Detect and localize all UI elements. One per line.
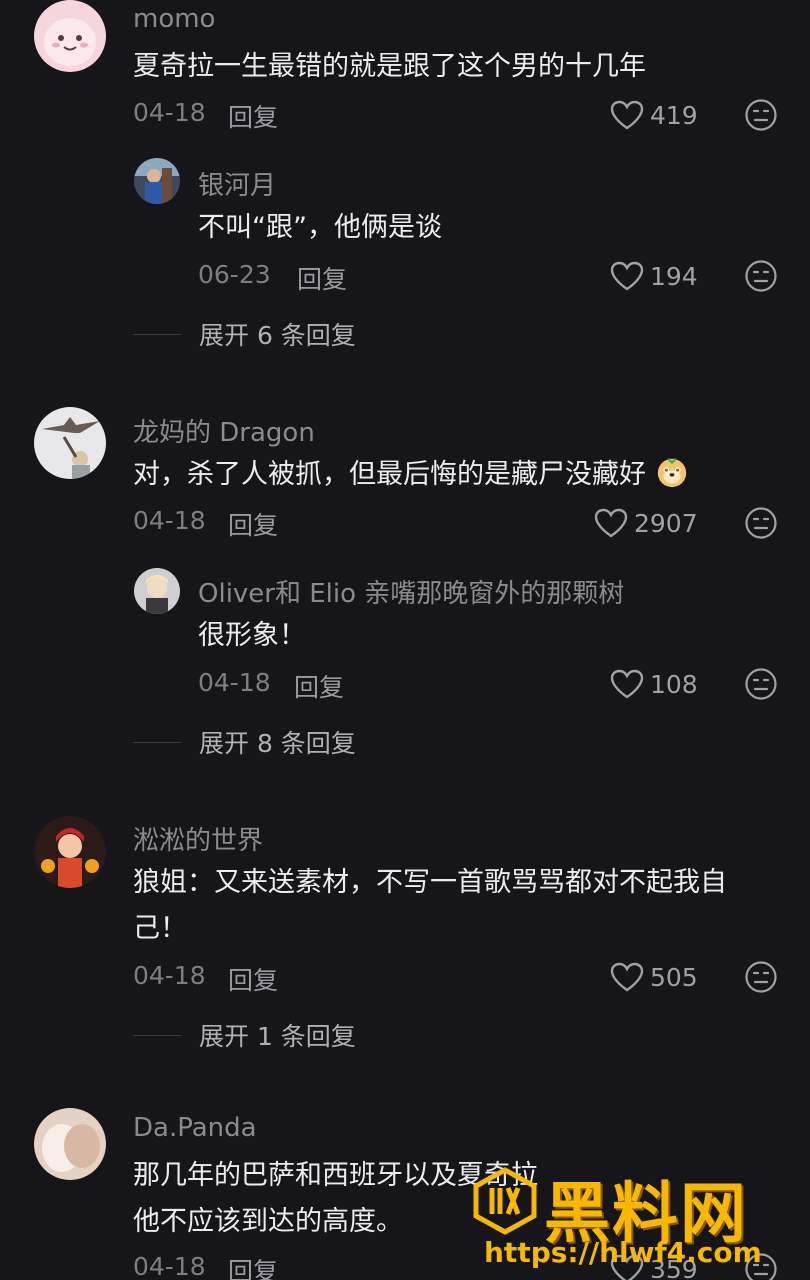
comment-text: 不叫“跟”，他俩是谈 [198, 212, 442, 243]
divider [133, 741, 181, 743]
like-button[interactable]: 419 [610, 100, 698, 130]
heart-icon [610, 669, 644, 699]
reply-button[interactable]: 回复 [228, 506, 278, 542]
reply-button[interactable]: 回复 [294, 668, 344, 704]
comment-text-continued: 他不应该到达的高度。 [133, 1206, 403, 1237]
reply-button[interactable]: 回复 [297, 260, 347, 296]
dislike-button[interactable] [744, 506, 778, 540]
heart-icon [610, 100, 644, 130]
comment-date: 04-18 [133, 1252, 206, 1280]
like-count: 2907 [634, 508, 698, 538]
like-count: 505 [650, 962, 698, 992]
like-button[interactable]: 194 [610, 261, 698, 291]
divider [133, 1034, 181, 1036]
avatar-illustration-icon [34, 816, 106, 888]
dog-emoji-icon [657, 457, 686, 488]
comment-date: 06-23 [198, 260, 271, 289]
comment-date: 04-18 [133, 506, 206, 535]
meh-face-icon [745, 668, 777, 700]
avatar[interactable] [34, 1108, 106, 1180]
like-count: 419 [650, 100, 698, 130]
like-button[interactable]: 108 [610, 669, 698, 699]
expand-replies-label: 展开 8 条回复 [199, 729, 356, 758]
expand-replies-button[interactable]: 展开 6 条回复 [133, 316, 356, 352]
watermark-logo-icon [473, 1167, 537, 1235]
dislike-button[interactable] [744, 667, 778, 701]
expand-replies-button[interactable]: 展开 8 条回复 [133, 724, 356, 760]
avatar-peach-icon [34, 0, 106, 72]
avatar[interactable] [134, 158, 180, 204]
expand-replies-label: 展开 1 条回复 [199, 1022, 356, 1051]
expand-replies-button[interactable]: 展开 1 条回复 [133, 1017, 356, 1053]
dislike-button[interactable] [744, 259, 778, 293]
comment-text: 夏奇拉一生最错的就是跟了这个男的十几年 [133, 51, 646, 82]
reply-button[interactable]: 回复 [228, 961, 278, 997]
like-count: 108 [650, 669, 698, 699]
avatar-photo-icon [134, 568, 180, 614]
comment-date: 04-18 [133, 98, 206, 127]
comment-text: 狼姐：又来送素材，不写一首歌骂骂都对不起我自 [133, 867, 727, 898]
comment-text-continued: 己！ [133, 913, 187, 944]
meh-face-icon [745, 507, 777, 539]
dislike-button[interactable] [744, 960, 778, 994]
meh-face-icon [745, 99, 777, 131]
comment-text: 很形象！ [198, 620, 306, 651]
comment-text: 对，杀了人被抓，但最后悔的是藏尸没藏好 [133, 452, 689, 498]
dislike-button[interactable] [744, 98, 778, 132]
avatar[interactable] [134, 568, 180, 614]
username[interactable]: 银河月 [198, 165, 276, 202]
username[interactable]: Oliver和 Elio 亲嘴那晚窗外的那颗树 [198, 573, 624, 610]
heart-icon [594, 508, 628, 538]
heart-icon [610, 962, 644, 992]
meh-face-icon [745, 260, 777, 292]
username[interactable]: 淞淞的世界 [133, 820, 263, 857]
username[interactable]: momo [133, 4, 215, 34]
avatar-dragon-icon [34, 407, 106, 479]
watermark-url: https://hlwf4.com [484, 1236, 762, 1269]
username[interactable]: Da.Panda [133, 1113, 257, 1143]
like-button[interactable]: 505 [610, 962, 698, 992]
reply-button[interactable]: 回复 [228, 1252, 278, 1280]
comment-date: 04-18 [133, 961, 206, 990]
reply-button[interactable]: 回复 [228, 98, 278, 134]
meh-face-icon [745, 961, 777, 993]
avatar[interactable] [34, 0, 106, 72]
avatar[interactable] [34, 816, 106, 888]
comment-text-body: 对，杀了人被抓，但最后悔的是藏尸没藏好 [133, 459, 646, 490]
comment-date: 04-18 [198, 668, 271, 697]
avatar-photo-icon [134, 158, 180, 204]
username[interactable]: 龙妈的 Dragon [133, 412, 315, 449]
like-button[interactable]: 2907 [594, 508, 698, 538]
avatar-photo-icon [34, 1108, 106, 1180]
expand-replies-label: 展开 6 条回复 [199, 321, 356, 350]
like-count: 194 [650, 261, 698, 291]
divider [133, 333, 181, 335]
heart-icon [610, 261, 644, 291]
watermark: 黑料网 https://hlwf4.com [470, 1160, 800, 1280]
avatar[interactable] [34, 407, 106, 479]
